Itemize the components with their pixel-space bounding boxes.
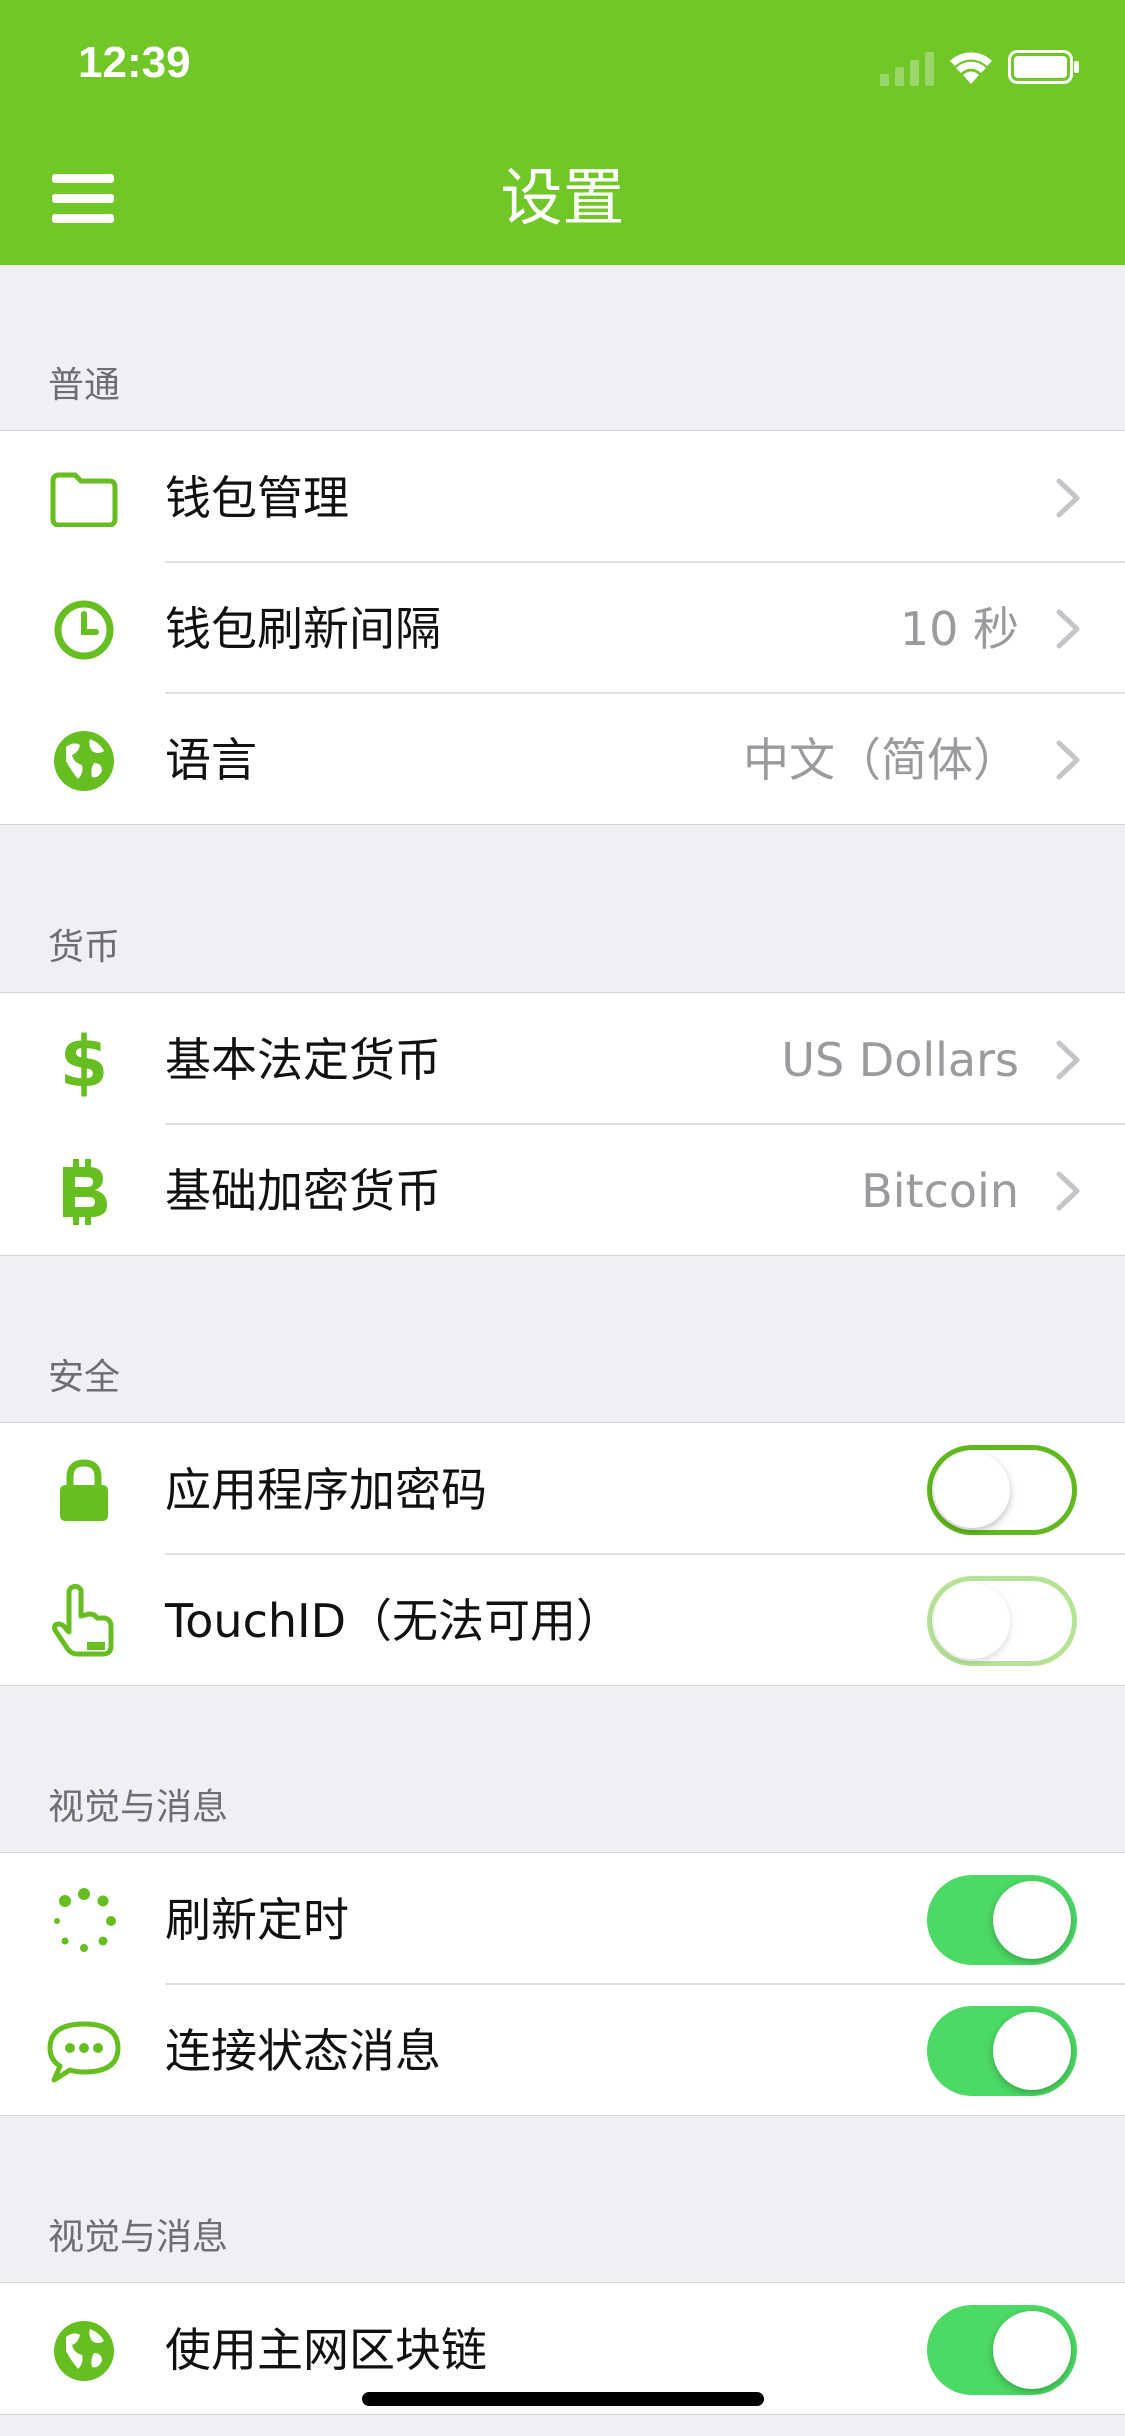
row-label: TouchID（无法可用） [165, 1594, 623, 1648]
chevron-right-icon [1056, 478, 1080, 518]
section-header-network: 视觉与消息 [48, 2217, 229, 2258]
row-label: 基础加密货币 [165, 1164, 441, 1218]
lock-icon [40, 1459, 128, 1521]
section-header-security: 安全 [48, 1357, 121, 1398]
row-label: 语言 [165, 733, 257, 787]
row-label: 钱包管理 [165, 471, 349, 525]
settings-group-currency: $ 基本法定货币 US Dollars 基础加密货币 Bitcoin [0, 992, 1125, 1256]
home-indicator[interactable] [362, 2392, 764, 2406]
dollar-icon: $ [40, 1024, 128, 1098]
toggle-knob [934, 1583, 1010, 1659]
chat-bubble-icon [40, 2021, 128, 2083]
passcode-toggle[interactable] [927, 1445, 1077, 1535]
section-header-visuals-messages: 视觉与消息 [48, 1787, 229, 1828]
folder-icon [40, 469, 128, 529]
clock-icon [40, 600, 128, 660]
row-app-passcode: 应用程序加密码 [0, 1423, 1125, 1554]
row-label: 刷新定时 [165, 1893, 349, 1947]
mainnet-toggle[interactable] [927, 2305, 1077, 2395]
nav-bar: 12:39 设置 [0, 0, 1125, 265]
row-connection-messages: 连接状态消息 [0, 1983, 1125, 2115]
section-header-general: 普通 [48, 365, 121, 406]
chevron-right-icon [1056, 609, 1080, 649]
globe-icon [40, 2321, 128, 2381]
row-value: 中文（简体） [743, 733, 1019, 787]
row-refresh-timer: 刷新定时 [0, 1853, 1125, 1984]
toggle-knob [993, 2311, 1071, 2389]
battery-icon [1008, 50, 1079, 84]
settings-group-security: 应用程序加密码 TouchID（无法可用） [0, 1422, 1125, 1686]
row-crypto-currency[interactable]: 基础加密货币 Bitcoin [0, 1123, 1125, 1255]
toggle-knob [934, 1452, 1010, 1528]
row-value: Bitcoin [861, 1164, 1019, 1218]
spinner-icon [40, 1888, 128, 1952]
toggle-knob [993, 2012, 1071, 2090]
bitcoin-icon [40, 1159, 128, 1225]
settings-group-general: 钱包管理 钱包刷新间隔 10 秒 语言 中文（简体） [0, 430, 1125, 825]
cellular-signal-icon [880, 52, 934, 86]
row-fiat-currency[interactable]: $ 基本法定货币 US Dollars [0, 993, 1125, 1124]
touchid-toggle[interactable] [927, 1576, 1077, 1666]
svg-text:$: $ [60, 1024, 109, 1098]
wifi-icon [950, 52, 992, 84]
chevron-right-icon [1056, 1040, 1080, 1080]
status-time: 12:39 [78, 38, 191, 87]
row-label: 应用程序加密码 [165, 1463, 487, 1517]
section-header-currency: 货币 [48, 927, 121, 968]
row-value: 10 秒 [899, 602, 1019, 656]
touch-hand-icon [40, 1583, 128, 1657]
refresh-timer-toggle[interactable] [927, 1875, 1077, 1965]
row-label: 钱包刷新间隔 [165, 602, 441, 656]
settings-group-visuals-messages: 刷新定时 连接状态消息 [0, 1852, 1125, 2116]
row-label: 使用主网区块链 [165, 2323, 487, 2377]
row-value: US Dollars [781, 1033, 1019, 1087]
row-refresh-interval[interactable]: 钱包刷新间隔 10 秒 [0, 561, 1125, 693]
connection-messages-toggle[interactable] [927, 2006, 1077, 2096]
globe-icon [40, 731, 128, 791]
toggle-knob [993, 1881, 1071, 1959]
row-language[interactable]: 语言 中文（简体） [0, 692, 1125, 824]
row-touchid: TouchID（无法可用） [0, 1553, 1125, 1685]
row-label: 连接状态消息 [165, 2024, 441, 2078]
row-wallet-management[interactable]: 钱包管理 [0, 431, 1125, 562]
page-title: 设置 [500, 161, 625, 234]
row-label: 基本法定货币 [165, 1033, 441, 1087]
chevron-right-icon [1056, 740, 1080, 780]
chevron-right-icon [1056, 1171, 1080, 1211]
